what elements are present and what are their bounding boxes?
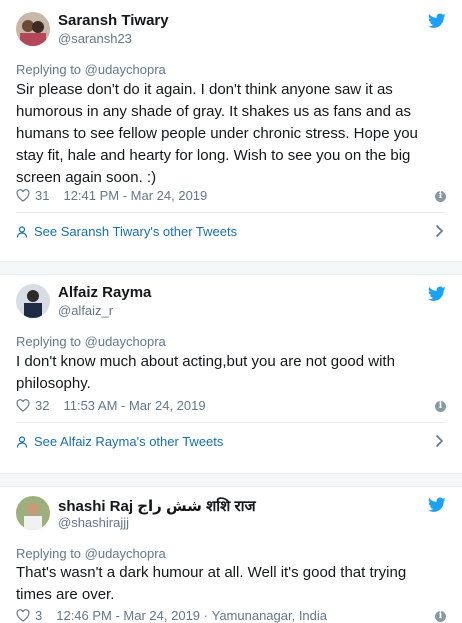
author-handle[interactable]: @shashirajjj [58,515,129,530]
author-handle[interactable]: @alfaiz_r [58,303,113,318]
author-name[interactable]: Saransh Tiwary [58,12,169,29]
chevron-right-icon[interactable] [435,224,444,238]
heart-icon[interactable] [16,399,30,412]
author-name[interactable]: shashi Raj شش راج शशि राज [58,496,256,516]
tweet-divider [0,261,462,275]
tweet-timestamp[interactable]: 12:41 PM - Mar 24, 2019 [63,188,207,203]
tweet-timestamp[interactable]: 12:46 PM - Mar 24, 2019 [56,608,200,623]
like-count[interactable]: 32 [35,398,49,413]
person-icon [16,435,28,448]
twitter-bird-icon[interactable] [428,13,446,29]
other-tweets-label[interactable]: See Saransh Tiwary's other Tweets [34,224,237,239]
avatar[interactable] [16,496,50,530]
meta-separator: · [200,608,212,623]
tweet-text: That's wasn't a dark humour at all. Well… [16,564,407,603]
like-count[interactable]: 3 [35,608,42,623]
twitter-bird-icon[interactable] [428,497,446,513]
tweet-text: I don't know much about acting,but you a… [16,353,395,392]
replying-to[interactable]: Replying to @udaychopra [16,334,166,349]
twitter-bird-icon[interactable] [428,286,446,302]
person-icon [16,225,28,238]
avatar[interactable] [16,284,50,318]
info-icon[interactable]: i [435,191,446,202]
author-handle[interactable]: @saransh23 [58,31,132,46]
replying-to[interactable]: Replying to @udaychopra [16,546,166,561]
heart-icon[interactable] [16,609,30,622]
avatar[interactable] [16,12,50,46]
chevron-right-icon[interactable] [435,434,444,448]
divider-line [16,212,446,213]
tweet-meta: 32 11:53 AM - Mar 24, 2019 [16,398,206,413]
tweet-meta: 31 12:41 PM - Mar 24, 2019 [16,188,207,203]
tweet-divider [0,473,462,487]
tweet-card: Alfaiz Rayma @alfaiz_r Replying to @uday… [0,274,462,474]
tweet-timestamp[interactable]: 11:53 AM - Mar 24, 2019 [63,398,205,413]
tweet-card: shashi Raj شش راج शशि राज @shashirajjj R… [0,486,462,623]
author-name[interactable]: Alfaiz Rayma [58,284,151,301]
tweet-location[interactable]: Yamunanagar, India [212,608,327,623]
divider-line [16,422,446,423]
like-count[interactable]: 31 [35,188,49,203]
info-icon[interactable]: i [435,611,446,622]
heart-icon[interactable] [16,189,30,202]
other-tweets-link[interactable]: See Alfaiz Rayma's other Tweets [16,434,446,449]
tweet-card: Saransh Tiwary @saransh23 Replying to @u… [0,0,462,260]
other-tweets-link[interactable]: See Saransh Tiwary's other Tweets [16,224,446,239]
info-icon[interactable]: i [435,401,446,412]
tweet-meta: 3 12:46 PM - Mar 24, 2019 · Yamunanagar,… [16,608,327,623]
tweet-text: Sir please don't do it again. I don't th… [16,81,418,186]
other-tweets-label[interactable]: See Alfaiz Rayma's other Tweets [34,434,223,449]
replying-to[interactable]: Replying to @udaychopra [16,62,166,77]
